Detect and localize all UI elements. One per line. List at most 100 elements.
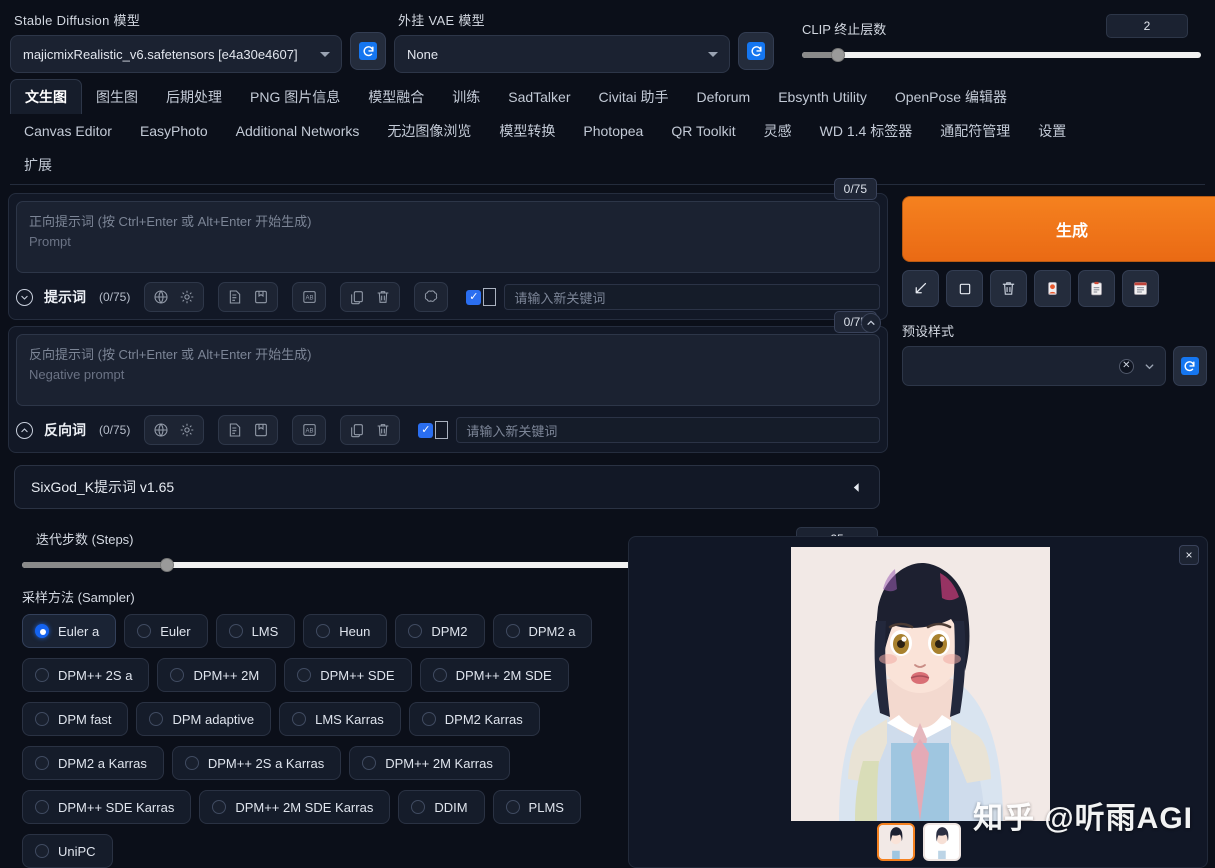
- clip-skip-slider[interactable]: [802, 47, 1201, 63]
- sampler-option-DPM++ 2M SDE[interactable]: DPM++ 2M SDE: [419, 658, 569, 692]
- tab-模型转换[interactable]: 模型转换: [485, 114, 569, 148]
- tab-PNG 图片信息[interactable]: PNG 图片信息: [236, 80, 354, 114]
- sampler-option-Euler[interactable]: Euler: [124, 614, 208, 648]
- globe-icon[interactable]: [150, 419, 172, 441]
- gear-icon[interactable]: [176, 286, 198, 308]
- generate-button[interactable]: 生成: [902, 196, 1215, 262]
- refresh-styles-button[interactable]: [1172, 346, 1207, 386]
- tab-文生图[interactable]: 文生图: [10, 79, 82, 114]
- positive-keyword-input[interactable]: 请输入新关键词: [504, 284, 880, 310]
- sixgod-prompt-accordion[interactable]: SixGod_K提示词 v1.65: [14, 465, 880, 509]
- generated-image[interactable]: [791, 547, 1050, 821]
- tab-扩展[interactable]: 扩展: [10, 148, 66, 182]
- sampler-option-DPM fast[interactable]: DPM fast: [22, 702, 129, 736]
- clip-skip-value[interactable]: 2: [1106, 14, 1188, 38]
- thumbnail-1[interactable]: [877, 823, 915, 861]
- sampler-option-PLMS[interactable]: PLMS: [492, 790, 581, 824]
- refresh-vae-button[interactable]: [738, 32, 774, 70]
- negative-prompt-panel: 0/75 反向提示词 (按 Ctrl+Enter 或 Alt+Enter 开始生…: [8, 311, 888, 453]
- sampler-option-Euler a[interactable]: Euler a: [22, 614, 117, 648]
- tab-灵感[interactable]: 灵感: [750, 114, 806, 148]
- gear-icon[interactable]: [176, 419, 198, 441]
- sampler-option-DPM++ SDE Karras[interactable]: DPM++ SDE Karras: [22, 790, 192, 824]
- copy-icon[interactable]: [346, 286, 368, 308]
- translate-settings-group: [144, 282, 205, 312]
- sampler-option-DPM++ 2M[interactable]: DPM++ 2M: [157, 658, 277, 692]
- sampler-option-LMS Karras[interactable]: LMS Karras: [279, 702, 401, 736]
- sampler-option-DPM2 a[interactable]: DPM2 a: [492, 614, 593, 648]
- sampler-option-UniPC[interactable]: UniPC: [22, 834, 113, 868]
- chevron-down-icon[interactable]: [1144, 361, 1155, 372]
- tab-Additional Networks[interactable]: Additional Networks: [222, 116, 374, 146]
- sampler-option-DPM++ 2M Karras[interactable]: DPM++ 2M Karras: [349, 746, 510, 780]
- vae-dropdown[interactable]: None: [394, 35, 730, 73]
- globe-icon[interactable]: [150, 286, 172, 308]
- positive-prompt-input[interactable]: 正向提示词 (按 Ctrl+Enter 或 Alt+Enter 开始生成) Pr…: [16, 201, 880, 273]
- tab-Ebsynth Utility[interactable]: Ebsynth Utility: [764, 82, 881, 112]
- negative-prompt-input[interactable]: 反向提示词 (按 Ctrl+Enter 或 Alt+Enter 开始生成) Ne…: [16, 334, 880, 406]
- tab-Civitai 助手[interactable]: Civitai 助手: [585, 80, 683, 114]
- arrow-down-left-icon[interactable]: [902, 270, 939, 307]
- document-list-icon[interactable]: [224, 419, 246, 441]
- sampler-option-label: Euler a: [58, 623, 100, 639]
- preset-styles-dropdown[interactable]: ✕: [902, 346, 1166, 386]
- trash-icon[interactable]: [372, 286, 394, 308]
- tab-Canvas Editor[interactable]: Canvas Editor: [10, 116, 126, 146]
- tab-OpenPose 编辑器[interactable]: OpenPose 编辑器: [881, 80, 1021, 114]
- thumbnail-2[interactable]: [923, 823, 961, 861]
- negative-keyword-input[interactable]: 请输入新关键词: [456, 417, 880, 443]
- tab-Photopea[interactable]: Photopea: [569, 116, 657, 146]
- tab-Deforum[interactable]: Deforum: [683, 82, 765, 112]
- translate-abc-icon[interactable]: AB: [298, 419, 320, 441]
- sampler-option-DPM++ SDE[interactable]: DPM++ SDE: [284, 658, 412, 692]
- clipboard-icon[interactable]: [1078, 270, 1115, 307]
- collapse-up-button[interactable]: [861, 313, 881, 333]
- clear-icon[interactable]: ✕: [1118, 358, 1134, 374]
- trash-icon[interactable]: [372, 419, 394, 441]
- positive-keyword-checkbox[interactable]: ✓: [466, 289, 482, 305]
- slider-thumb[interactable]: [160, 558, 175, 572]
- tab-SadTalker[interactable]: SadTalker: [494, 82, 584, 112]
- close-icon[interactable]: ×: [1179, 545, 1199, 565]
- bookmark-icon[interactable]: [250, 419, 272, 441]
- translate-abc-icon[interactable]: AB: [298, 286, 320, 308]
- sampler-option-DPM++ 2M SDE Karras[interactable]: DPM++ 2M SDE Karras: [199, 790, 391, 824]
- sampler-option-LMS[interactable]: LMS: [215, 614, 296, 648]
- extra-networks-icon[interactable]: [1034, 270, 1071, 307]
- tab-无边图像浏览[interactable]: 无边图像浏览: [373, 114, 485, 148]
- chatgpt-icon[interactable]: [420, 286, 442, 308]
- positive-prompt-toolbar: 提示词 (0/75) AB ✓ 请输入新关键词: [16, 282, 880, 312]
- tab-EasyPhoto[interactable]: EasyPhoto: [126, 116, 222, 146]
- trash-icon[interactable]: [990, 270, 1027, 307]
- chevron-up-icon[interactable]: [16, 421, 33, 439]
- slider-thumb[interactable]: [830, 48, 845, 62]
- sampler-option-DPM++ 2S a Karras[interactable]: DPM++ 2S a Karras: [171, 746, 342, 780]
- tab-通配符管理[interactable]: 通配符管理: [926, 114, 1024, 148]
- tab-后期处理[interactable]: 后期处理: [152, 80, 236, 114]
- sampler-option-label: DPM2 Karras: [444, 711, 523, 727]
- sampler-option-Heun[interactable]: Heun: [303, 614, 388, 648]
- refresh-icon: [1180, 357, 1199, 375]
- chevron-down-icon[interactable]: [16, 288, 33, 306]
- sampler-option-DPM adaptive[interactable]: DPM adaptive: [136, 702, 272, 736]
- tab-图生图[interactable]: 图生图: [82, 80, 152, 114]
- tab-QR Toolkit[interactable]: QR Toolkit: [657, 116, 749, 146]
- sampler-option-DPM2 a Karras[interactable]: DPM2 a Karras: [22, 746, 164, 780]
- save-style-icon[interactable]: [1122, 270, 1159, 307]
- negative-keyword-checkbox[interactable]: ✓: [418, 422, 434, 438]
- tab-模型融合[interactable]: 模型融合: [354, 80, 438, 114]
- copy-icon[interactable]: [346, 419, 368, 441]
- sampler-option-DPM++ 2S a[interactable]: DPM++ 2S a: [22, 658, 150, 692]
- tab-训练[interactable]: 训练: [438, 80, 494, 114]
- document-list-icon[interactable]: [224, 286, 246, 308]
- bookmark-icon[interactable]: [250, 286, 272, 308]
- tab-WD 1.4 标签器[interactable]: WD 1.4 标签器: [806, 114, 927, 148]
- model-dropdown[interactable]: majicmixRealistic_v6.safetensors [e4a30e…: [10, 35, 342, 73]
- sampler-option-DPM2 Karras[interactable]: DPM2 Karras: [408, 702, 540, 736]
- stop-square-icon[interactable]: [946, 270, 983, 307]
- sampler-option-label: LMS Karras: [315, 711, 384, 727]
- tab-设置[interactable]: 设置: [1024, 114, 1080, 148]
- sampler-option-DDIM[interactable]: DDIM: [398, 790, 485, 824]
- refresh-model-button[interactable]: [350, 32, 386, 70]
- sampler-option-DPM2[interactable]: DPM2: [395, 614, 485, 648]
